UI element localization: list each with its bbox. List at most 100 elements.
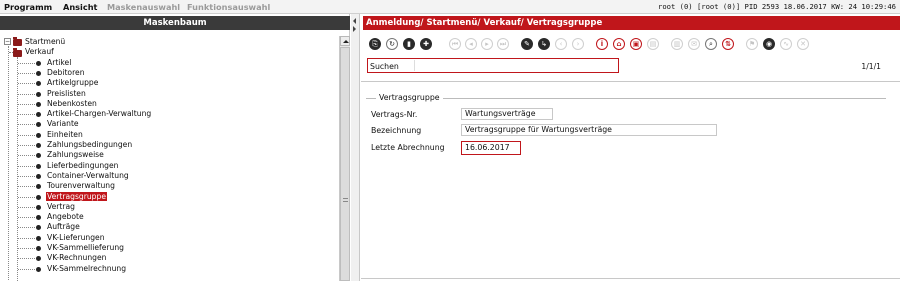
tree-connector xyxy=(18,134,35,136)
tools-icon[interactable]: ✕ xyxy=(797,38,809,50)
bullet-icon xyxy=(36,246,41,251)
panel-title: Maskenbaum xyxy=(0,16,350,30)
save-icon[interactable]: ▣ xyxy=(630,38,642,50)
tree-connector xyxy=(18,248,35,249)
tree-connector xyxy=(18,237,35,239)
tree-connector xyxy=(18,145,35,146)
tree-item[interactable]: Angebote xyxy=(46,212,85,222)
search-input[interactable] xyxy=(414,60,616,71)
bullet-icon xyxy=(36,173,41,179)
tree-item[interactable]: Zahlungsbedingungen xyxy=(46,140,133,150)
bullet-icon xyxy=(36,91,41,97)
tree-item[interactable]: VK-Rechnungen xyxy=(46,253,107,263)
tree-item-label: Zahlungsbedingungen xyxy=(47,140,133,149)
prev-icon[interactable]: ◂ xyxy=(465,38,477,50)
bullet-icon xyxy=(36,184,41,190)
vertrags-nr-field[interactable]: Wartungsverträge xyxy=(461,108,553,120)
tree-item[interactable]: Container-Verwaltung xyxy=(46,171,130,181)
link-icon[interactable]: ∿ xyxy=(780,38,792,50)
search-prev-icon[interactable]: ‹ xyxy=(555,38,567,50)
vertragsgruppe-group: Vertragsgruppe Vertrags-Nr. Wartungsvert… xyxy=(366,93,886,184)
find-icon[interactable]: ⌕ xyxy=(705,38,717,50)
mask-tree: − Startmenü Verkauf Artikel Debitoren Artikel… xyxy=(0,36,338,281)
collapse-right-icon[interactable] xyxy=(353,26,356,32)
tree-item[interactable]: Vertrag xyxy=(46,202,76,212)
tree-item[interactable]: Zahlungsweise xyxy=(46,150,105,160)
tree-item[interactable]: Artikel-Chargen-Verwaltung xyxy=(46,109,152,119)
menu-bar: Programm Ansicht Maskenauswahl Funktions… xyxy=(0,0,900,14)
tree-connector xyxy=(18,186,35,188)
tree-item[interactable]: VK-Lieferungen xyxy=(46,233,106,243)
delete-icon[interactable]: ▮ xyxy=(403,38,415,50)
mask-tree-panel: Maskenbaum − Startmenü Verkauf Artikel Debit… xyxy=(0,14,350,281)
flag-icon[interactable]: ⚑ xyxy=(746,38,758,50)
tree-connector xyxy=(18,196,35,198)
tree-connector xyxy=(18,258,35,260)
tree-item-label: VK-Lieferungen xyxy=(47,232,105,242)
bullet-icon xyxy=(36,70,41,76)
tree-connector xyxy=(18,62,35,64)
copy-icon[interactable]: ⎘ xyxy=(369,38,381,50)
letzte-abrechnung-field[interactable]: 16.06.2017 xyxy=(461,141,521,155)
first-icon[interactable]: ⏮ xyxy=(449,38,461,50)
menu-funktionsauswahl[interactable]: Funktionsauswahl xyxy=(187,2,270,12)
bezeichnung-field[interactable]: Vertragsgruppe für Wartungsverträge xyxy=(461,124,717,136)
tree-item-label: Vertrag xyxy=(47,201,75,211)
bullet-icon xyxy=(36,215,41,221)
refresh-icon[interactable]: ↻ xyxy=(386,38,398,50)
save-as-icon[interactable]: ▤ xyxy=(647,38,659,50)
tree-item[interactable]: Vertragsgruppe xyxy=(46,191,107,202)
bullet-icon xyxy=(36,204,41,210)
menu-maskenauswahl[interactable]: Maskenauswahl xyxy=(107,2,180,12)
search-label: Suchen xyxy=(370,62,399,71)
bullet-icon xyxy=(36,143,41,148)
mail-icon[interactable]: ✉ xyxy=(688,38,700,50)
tree-item[interactable]: Tourenverwaltung xyxy=(46,181,116,191)
bullet-icon xyxy=(36,194,41,200)
scroll-up-button[interactable] xyxy=(340,36,350,46)
tree-item-label: Angebote xyxy=(47,212,84,222)
tree-scrollbar[interactable] xyxy=(339,36,350,281)
tree-item-label: Aufträge xyxy=(47,222,80,232)
tree-root[interactable]: Startmenü xyxy=(24,37,66,47)
tree-item[interactable]: Aufträge xyxy=(46,222,81,232)
home-icon[interactable]: ⌂ xyxy=(613,38,625,50)
bullet-icon xyxy=(36,112,41,118)
add-icon[interactable]: ✚ xyxy=(420,38,432,50)
vertrags-nr-label: Vertrags-Nr. xyxy=(371,110,418,119)
sort-icon[interactable]: ⇅ xyxy=(722,38,734,50)
tree-item[interactable]: Preislisten xyxy=(46,89,87,99)
tree-item-label: Artikel xyxy=(47,57,72,67)
tree-item[interactable]: VK-Sammelrechnung xyxy=(46,264,127,274)
search-next-icon[interactable]: › xyxy=(572,38,584,50)
bezeichnung-label: Bezeichnung xyxy=(371,126,422,135)
bullet-icon xyxy=(36,153,41,159)
tree-item[interactable]: Variante xyxy=(46,119,80,129)
menu-ansicht[interactable]: Ansicht xyxy=(63,2,97,12)
menu-programm[interactable]: Programm xyxy=(4,2,52,12)
bullet-icon xyxy=(36,163,41,169)
panel-splitter[interactable] xyxy=(351,14,360,281)
edit-icon[interactable]: ✎ xyxy=(521,38,533,50)
tree-item[interactable]: VK-Sammellieferung xyxy=(46,243,125,253)
tree-root-label: Startmenü xyxy=(25,37,66,46)
next-icon[interactable]: ▸ xyxy=(481,38,493,50)
info-icon[interactable]: i xyxy=(596,38,608,50)
tree-item[interactable]: Artikelgruppe xyxy=(46,78,99,88)
last-icon[interactable]: ⏭ xyxy=(497,38,509,50)
tree-item-label: VK-Rechnungen xyxy=(47,253,107,263)
tree-item[interactable]: Artikel xyxy=(46,58,72,68)
tree-item[interactable]: Lieferbedingungen xyxy=(46,161,119,171)
tree-item[interactable]: Debitoren xyxy=(46,68,86,78)
collapse-root-icon[interactable]: − xyxy=(4,38,11,45)
tree-item[interactable]: Nebenkosten xyxy=(46,99,98,109)
collapse-left-icon[interactable] xyxy=(353,18,356,24)
tree-item-label: Artikel-Chargen-Verwaltung xyxy=(47,109,152,119)
goto-icon[interactable]: ↳ xyxy=(538,38,550,50)
settings-icon[interactable]: ◉ xyxy=(763,38,775,50)
print-icon[interactable]: ▥ xyxy=(671,38,683,50)
scroll-thumb[interactable] xyxy=(340,47,350,281)
tree-folder-verkauf[interactable]: Verkauf xyxy=(24,47,55,57)
tree-item[interactable]: Einheiten xyxy=(46,130,84,140)
tree-connector xyxy=(18,268,35,270)
